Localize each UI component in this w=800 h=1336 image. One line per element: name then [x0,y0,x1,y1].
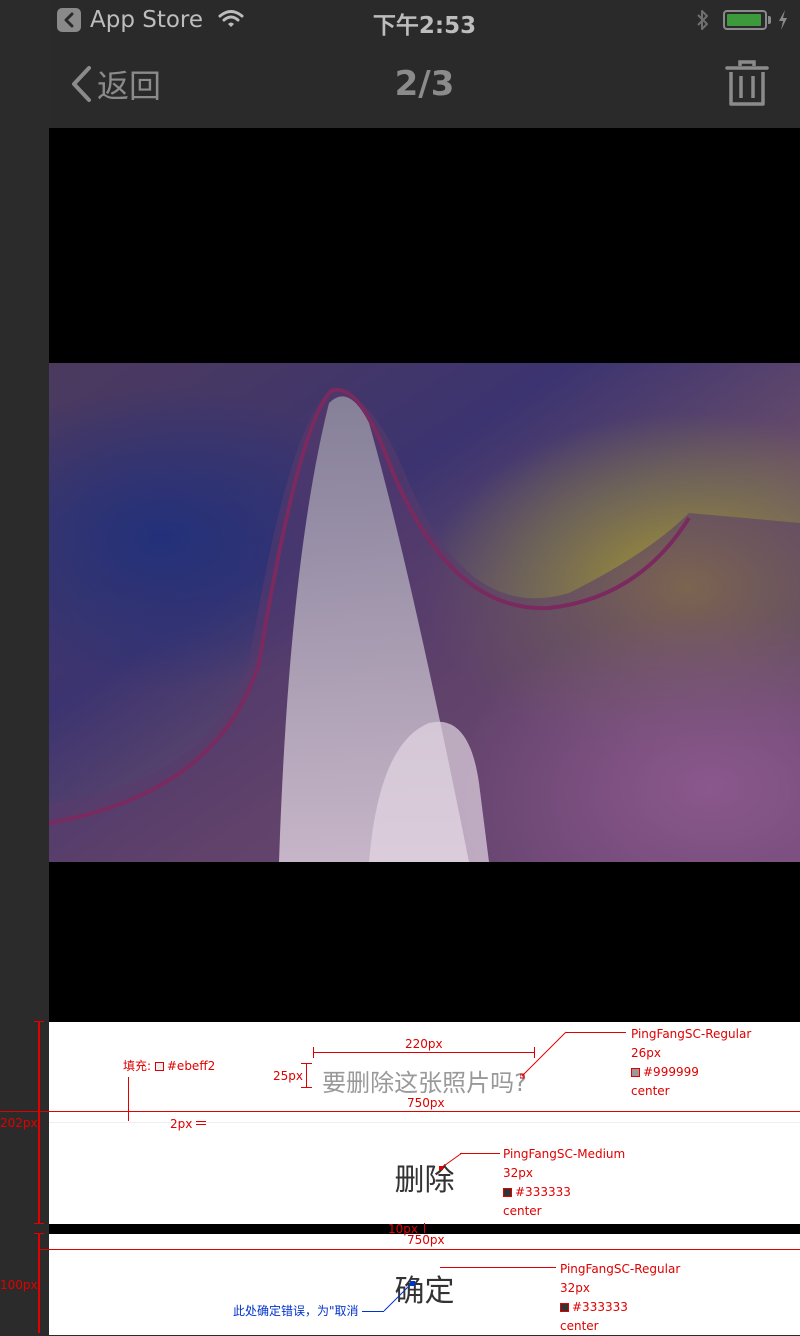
annotation-leader [439,1152,463,1170]
annotation-note-leader [383,1281,415,1312]
annotation-line [440,1267,556,1268]
title-color-swatch [631,1068,640,1077]
bluetooth-icon [697,10,708,30]
navigation-bar: 返回 2/3 [49,42,800,128]
delete-label: 删除 [394,1163,455,1198]
annotation-delete-font: PingFangSC-Medium [503,1147,626,1161]
battery-level-fill [727,14,762,26]
delete-button[interactable]: 删除 [49,1123,800,1224]
annotation-confirm-style: PingFangSC-Regular 32px #333333 center [560,1260,680,1336]
annotation-line [301,1063,312,1064]
annotation-title-color: #999999 [643,1065,699,1079]
left-margin-strip [0,0,49,1335]
annotation-delete-size: 32px [503,1166,533,1180]
annotation-line [196,1124,206,1125]
annotation-line [34,1233,44,1234]
annotation-confirm-align: center [560,1319,599,1333]
annotation-title-font: PingFangSC-Regular [631,1027,752,1041]
annotation-line [196,1121,206,1122]
annotation-title-size: 26px [631,1046,661,1060]
annotation-line [128,1077,129,1121]
annotation-line [34,1021,44,1022]
confirm-color-swatch [560,1303,569,1312]
phone-screen: App Store 下午2:53 返回 2/3 要删除这张照片吗? 删除 确定 [49,0,800,1335]
annotation-fill: 填充: #ebeff2 [123,1057,215,1076]
delete-color-swatch [503,1188,512,1197]
annotation-delete-style: PingFangSC-Medium 32px #333333 center [503,1145,625,1221]
annotation-title-height: 25px [273,1069,303,1083]
annotation-delete-align: center [503,1204,542,1218]
annotation-fill-label: 填充: [123,1059,152,1073]
annotation-confirm-color: #333333 [572,1300,628,1314]
status-bar: App Store 下午2:53 [49,0,800,42]
annotation-line [38,1021,40,1223]
battery-tip [768,16,771,24]
annotation-line [0,1111,800,1112]
annotation-fill-color: #ebeff2 [166,1059,216,1073]
annotation-line [313,1047,314,1058]
charging-icon [779,10,787,30]
annotation-note-line [362,1311,384,1312]
annotation-divider-height: 2px [170,1117,193,1131]
annotation-confirm-note: 此处确定错误，为"取消 [233,1304,359,1318]
annotation-title-width: 220px [405,1037,443,1051]
annotation-line [306,1063,307,1088]
annotation-line [301,1087,312,1088]
annotation-leader [520,1031,567,1079]
annotation-total-height: 202px [0,1116,38,1130]
annotation-delete-color: #333333 [515,1185,571,1199]
annotation-line [566,1032,626,1033]
fill-swatch [154,1062,164,1071]
confirm-label: 确定 [394,1274,455,1309]
page-counter: 2/3 [394,64,455,104]
annotation-title-style: PingFangSC-Regular 26px #999999 center [631,1025,751,1101]
annotation-line [424,1223,425,1233]
annotation-line [34,1223,44,1224]
trash-icon[interactable] [725,60,769,108]
annotation-confirm-size: 32px [560,1281,590,1295]
annotation-line [38,1233,40,1333]
annotation-row-height: 100px [0,1278,38,1292]
annotation-line [460,1153,500,1154]
abstract-swirl-photo[interactable] [49,363,800,862]
status-time: 下午2:53 [372,13,477,39]
annotation-title-align: center [631,1084,670,1098]
annotation-gap: 10px [388,1222,418,1236]
annotation-width-a: 750px [407,1096,445,1110]
annotation-confirm-font: PingFangSC-Regular [560,1262,681,1276]
battery-icon [723,10,767,30]
